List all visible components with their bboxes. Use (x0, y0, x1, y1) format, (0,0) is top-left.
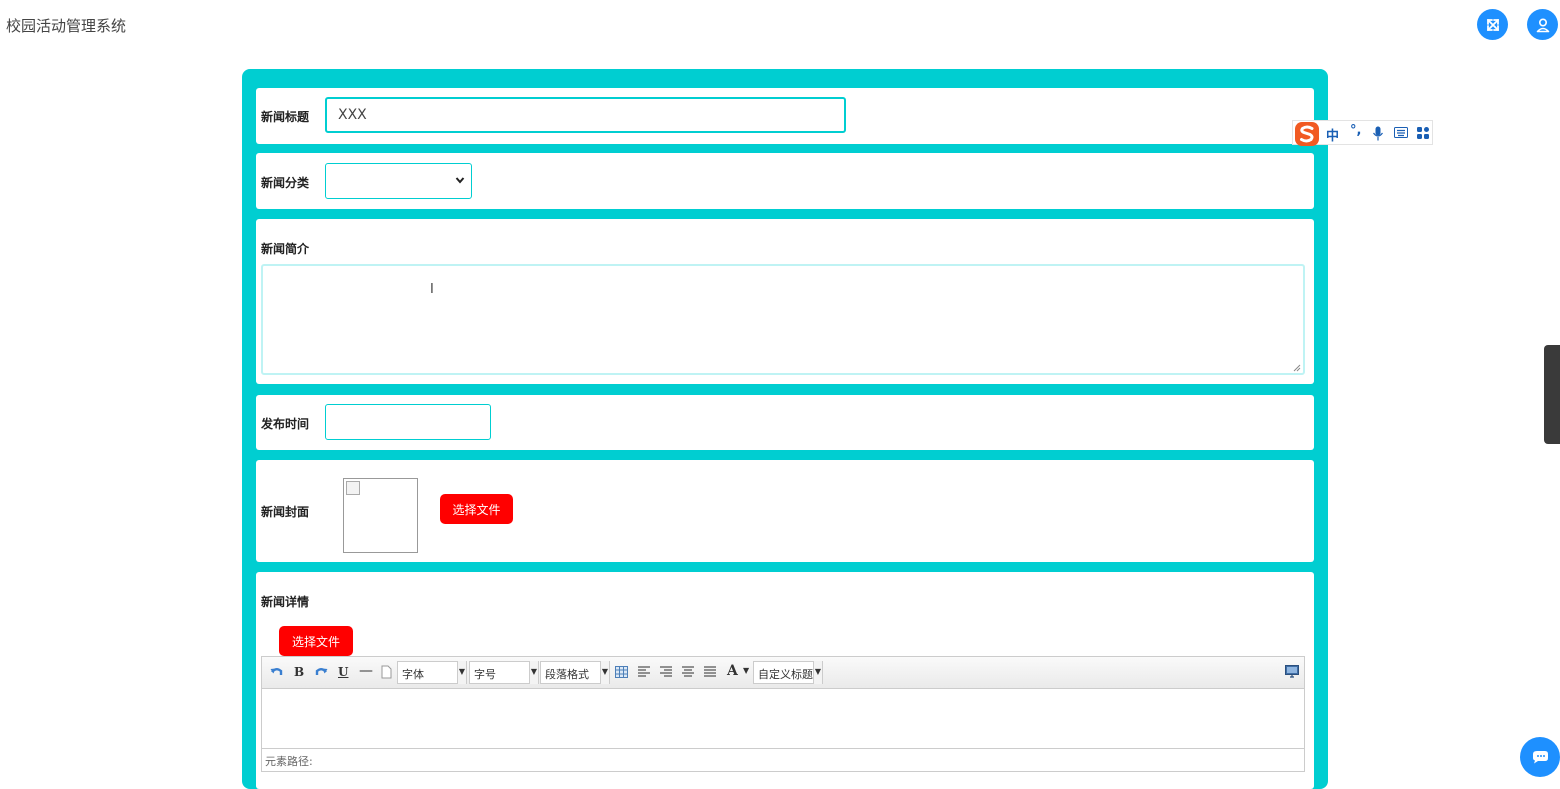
sogou-logo-icon[interactable] (1293, 120, 1321, 148)
table-icon[interactable] (615, 666, 628, 678)
paragraph-format-label: 段落格式 (545, 668, 589, 681)
user-button[interactable] (1527, 9, 1558, 40)
undo-icon[interactable] (270, 666, 283, 678)
redo-icon[interactable] (315, 666, 328, 678)
keyboard-icon[interactable] (1394, 127, 1408, 138)
custom-title-label: 自定义标题 (758, 668, 813, 681)
dropdown-arrow-icon: ▼ (600, 661, 609, 684)
expand-arrows-icon (1486, 18, 1499, 31)
align-right-icon[interactable] (660, 666, 672, 677)
custom-title-select[interactable]: 自定义标题 ▼ (753, 661, 823, 684)
form-row-detail: 新闻详情 选择文件 B U — 字体 ▼ 字号 ▼ 段落格式 ▼ A ▼ 自定义… (256, 572, 1314, 789)
news-form-panel: 新闻标题 新闻分类 新闻简介 I 发布时间 新闻封面 (242, 69, 1328, 789)
dropdown-arrow-icon: ▼ (457, 661, 466, 684)
cover-label: 新闻封面 (261, 505, 310, 519)
top-bar: 校园活动管理系统 (0, 0, 1560, 50)
font-family-select[interactable]: 字体 ▼ (397, 661, 467, 684)
cover-choose-file-button[interactable]: 选择文件 (440, 494, 513, 524)
chat-icon (1533, 751, 1548, 764)
user-icon (1536, 17, 1549, 32)
chat-button[interactable] (1520, 737, 1560, 777)
apps-grid-icon[interactable] (1417, 127, 1429, 139)
font-color-arrow-icon[interactable]: ▼ (743, 666, 749, 675)
align-left-icon[interactable] (638, 666, 650, 677)
editor-content-area[interactable] (262, 690, 1304, 748)
paragraph-format-select[interactable]: 段落格式 ▼ (540, 661, 610, 684)
category-label: 新闻分类 (261, 176, 310, 190)
ime-mode-toggle[interactable]: 中 (1326, 125, 1339, 144)
align-justify-icon[interactable] (704, 666, 716, 677)
horizontal-rule-icon[interactable]: — (359, 663, 373, 679)
align-center-icon[interactable] (682, 666, 694, 677)
dropdown-arrow-icon: ▼ (813, 661, 822, 684)
side-drawer-handle[interactable] (1544, 345, 1560, 444)
bold-icon[interactable]: B (294, 665, 304, 679)
summary-label: 新闻简介 (261, 242, 310, 256)
ime-punctuation-toggle[interactable]: °, (1350, 123, 1361, 138)
editor-element-path: 元素路径: (262, 748, 1304, 771)
resize-grip-icon[interactable] (1293, 364, 1301, 372)
cover-image-preview (343, 478, 418, 553)
fullscreen-monitor-icon[interactable] (1285, 665, 1299, 678)
editor-toolbar: B U — 字体 ▼ 字号 ▼ 段落格式 ▼ A ▼ 自定义标题 ▼ (262, 657, 1304, 689)
ime-toolbar: 中 °, (1292, 120, 1433, 148)
dropdown-arrow-icon: ▼ (529, 661, 538, 684)
document-icon[interactable] (381, 665, 392, 679)
detail-label: 新闻详情 (261, 595, 310, 609)
text-cursor-icon: I (430, 282, 434, 297)
rich-text-editor: B U — 字体 ▼ 字号 ▼ 段落格式 ▼ A ▼ 自定义标题 ▼ 元素路径: (261, 656, 1305, 772)
font-color-icon[interactable]: A (727, 663, 738, 679)
detail-choose-file-button[interactable]: 选择文件 (279, 626, 353, 656)
form-row-category: 新闻分类 (256, 153, 1314, 209)
form-row-title: 新闻标题 (256, 88, 1314, 144)
fullscreen-button[interactable] (1477, 9, 1508, 40)
time-label: 发布时间 (261, 417, 310, 431)
publish-time-input[interactable] (325, 404, 491, 440)
broken-image-icon (346, 481, 360, 495)
summary-textarea[interactable]: I (261, 264, 1305, 375)
chevron-down-icon (455, 177, 465, 184)
title-input[interactable] (325, 97, 846, 133)
form-row-cover: 新闻封面 选择文件 (256, 460, 1314, 562)
app-title: 校园活动管理系统 (6, 17, 127, 35)
font-size-select[interactable]: 字号 ▼ (469, 661, 539, 684)
category-select[interactable] (325, 163, 472, 199)
font-size-label: 字号 (474, 668, 496, 681)
form-row-summary: 新闻简介 I (256, 219, 1314, 384)
mic-icon[interactable] (1373, 126, 1383, 141)
font-family-label: 字体 (402, 668, 424, 681)
underline-icon[interactable]: U (338, 665, 348, 679)
form-row-time: 发布时间 (256, 395, 1314, 450)
title-label: 新闻标题 (261, 110, 310, 124)
